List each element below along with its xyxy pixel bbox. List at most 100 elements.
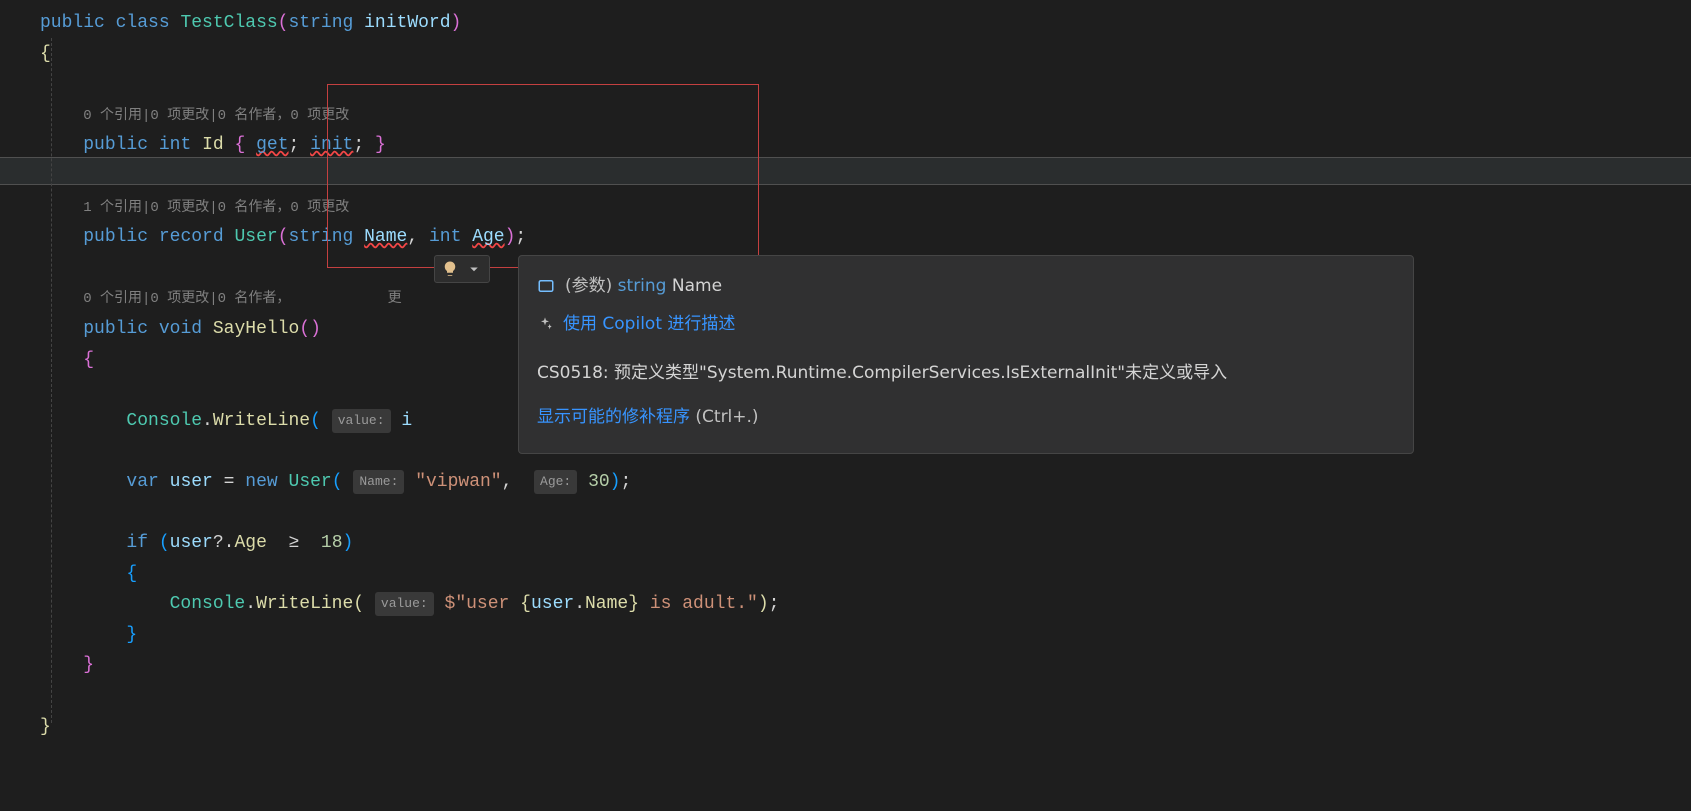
paren-open: ( <box>299 319 310 339</box>
code-line[interactable]: public record User(string Name, int Age)… <box>0 222 1691 253</box>
interp-close: } <box>628 594 639 614</box>
string-interp-close: is adult." <box>639 594 758 614</box>
record-name: User <box>234 227 277 247</box>
code-line[interactable]: public int Id { get; init; } <box>0 130 1691 161</box>
property-name: Id <box>202 135 224 155</box>
keyword-record: record <box>159 227 224 247</box>
codelens[interactable]: 1 个引用|0 项更改|0 名作者，0 项更改 <box>0 192 1691 223</box>
interp-name: Name <box>585 594 628 614</box>
brace-close: } <box>83 655 94 675</box>
type-string: string <box>289 227 354 247</box>
lightbulb-button[interactable] <box>434 255 490 283</box>
keyword-public: public <box>40 13 105 33</box>
class-console: Console <box>126 411 202 431</box>
code-line[interactable]: { <box>0 39 1691 70</box>
paren-open: ( <box>278 13 289 33</box>
codelens-fragment: 更 <box>388 291 402 307</box>
string-literal: "vipwan" <box>415 472 501 492</box>
class-name: TestClass <box>180 13 277 33</box>
tooltip-param-type: string <box>618 276 667 296</box>
brace-open: { <box>234 135 245 155</box>
inlay-hint-value: value: <box>375 592 434 616</box>
local-user: user <box>170 533 213 553</box>
brace-close: } <box>126 625 137 645</box>
paren-open: ( <box>332 472 343 492</box>
type-user: User <box>289 472 332 492</box>
tooltip-error-row: CS0518: 预定义类型"System.Runtime.CompilerSer… <box>537 357 1395 389</box>
inlay-hint-age: Age: <box>534 470 577 494</box>
arg-fragment: i <box>401 411 412 431</box>
method-name: SayHello <box>213 319 299 339</box>
code-line[interactable]: var user = new User( Name: "vipwan", Age… <box>0 467 1691 498</box>
code-line[interactable]: } <box>0 620 1691 651</box>
brace-open: { <box>83 350 94 370</box>
keyword-public: public <box>83 135 148 155</box>
blank-line[interactable] <box>0 69 1691 100</box>
comma: , <box>502 472 513 492</box>
keyword-void: void <box>159 319 202 339</box>
number-literal: 30 <box>588 472 610 492</box>
brace-close: } <box>375 135 386 155</box>
codelens-text[interactable]: 0 个引用|0 项更改|0 名作者，0 项更改 <box>83 108 349 124</box>
keyword-new: new <box>245 472 277 492</box>
blank-line[interactable] <box>0 498 1691 529</box>
tooltip-fix-row[interactable]: 显示可能的修补程序 (Ctrl+.) <box>537 401 1395 433</box>
code-line[interactable]: } <box>0 650 1691 681</box>
code-line[interactable]: Console.WriteLine( value: $"user {user.N… <box>0 589 1691 620</box>
null-conditional: ?. <box>213 533 235 553</box>
tooltip-copilot-link[interactable]: 使用 Copilot 进行描述 <box>563 308 735 340</box>
tooltip-fix-link[interactable]: 显示可能的修补程序 <box>537 407 690 427</box>
param-name: initWord <box>364 13 450 33</box>
class-console: Console <box>170 594 246 614</box>
dot: . <box>574 594 585 614</box>
tooltip-error-message: 预定义类型"System.Runtime.CompilerServices.Is… <box>609 363 1227 383</box>
property-age: Age <box>234 533 266 553</box>
keyword-if: if <box>126 533 148 553</box>
type-int: int <box>159 135 191 155</box>
keyword-var: var <box>126 472 158 492</box>
code-line[interactable]: if (user?.Age ≥ 18) <box>0 528 1691 559</box>
semicolon: ; <box>289 135 300 155</box>
paren-close: ) <box>451 13 462 33</box>
blank-line[interactable] <box>0 161 1691 192</box>
number-literal: 18 <box>321 533 343 553</box>
type-int: int <box>429 227 461 247</box>
blank-line[interactable] <box>0 681 1691 712</box>
local-user: user <box>170 472 213 492</box>
code-line[interactable]: { <box>0 559 1691 590</box>
semicolon: ; <box>515 227 526 247</box>
keyword-public: public <box>83 319 148 339</box>
codelens-text[interactable]: 1 个引用|0 项更改|0 名作者，0 项更改 <box>83 200 349 216</box>
string-interp-open: $"user <box>445 594 521 614</box>
method-writeline: WriteLine <box>213 411 310 431</box>
inlay-hint-value: value: <box>332 409 391 433</box>
paren-close: ) <box>758 594 769 614</box>
paren-close: ) <box>610 472 621 492</box>
type-string: string <box>288 13 353 33</box>
code-editor[interactable]: public class TestClass(string initWord) … <box>0 0 1691 742</box>
keyword-get: get <box>256 135 288 155</box>
dot: . <box>202 411 213 431</box>
op-equals: = <box>224 472 235 492</box>
param-age: Age <box>472 227 504 247</box>
lightbulb-icon <box>441 260 459 278</box>
brace-open: { <box>126 564 137 584</box>
brace-open: { <box>40 44 51 64</box>
code-line[interactable]: public class TestClass(string initWord) <box>0 8 1691 39</box>
tooltip-copilot-row[interactable]: 使用 Copilot 进行描述 <box>537 308 1395 340</box>
semicolon: ; <box>353 135 364 155</box>
op-gte: ≥ <box>289 533 300 553</box>
codelens-text[interactable]: 0 个引用|0 项更改|0 名作者， <box>83 291 290 307</box>
keyword-public: public <box>83 227 148 247</box>
brace-close: } <box>40 717 51 737</box>
code-line[interactable]: } <box>0 712 1691 743</box>
keyword-init: init <box>310 135 353 155</box>
keyword-class: class <box>116 13 170 33</box>
parameter-icon <box>537 277 555 295</box>
codelens[interactable]: 0 个引用|0 项更改|0 名作者，0 项更改 <box>0 100 1691 131</box>
param-name: Name <box>364 227 407 247</box>
dot: . <box>245 594 256 614</box>
tooltip-signature: (参数) string Name <box>537 270 1395 302</box>
paren-open: ( <box>310 411 321 431</box>
paren-close: ) <box>310 319 321 339</box>
